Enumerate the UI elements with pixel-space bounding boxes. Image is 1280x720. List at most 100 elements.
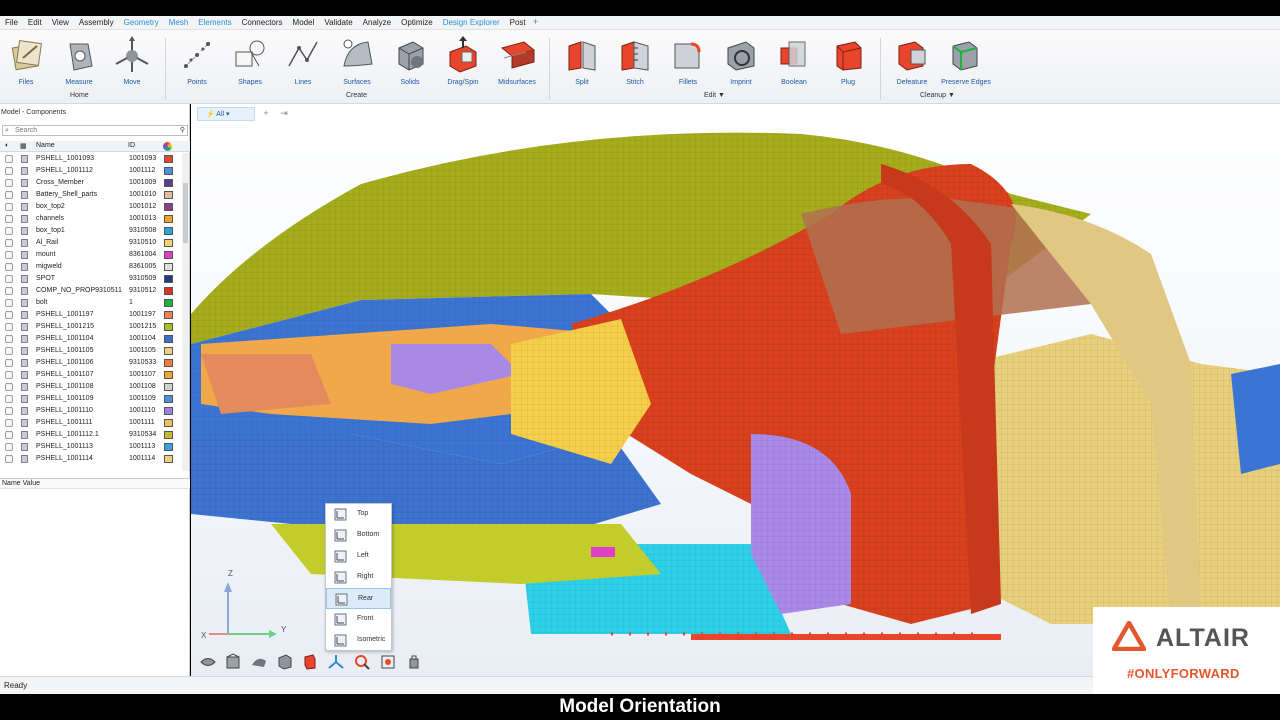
stitch-button[interactable]: Stitch bbox=[609, 36, 661, 86]
view-right-item[interactable]: Right bbox=[326, 567, 391, 588]
points-button[interactable]: Points bbox=[171, 36, 223, 86]
fit-icon[interactable] bbox=[379, 653, 397, 671]
table-row[interactable]: channels 1001013 bbox=[0, 213, 182, 225]
visibility-checkbox[interactable] bbox=[5, 191, 13, 199]
menu-model[interactable]: Model bbox=[288, 18, 320, 27]
color-swatch[interactable] bbox=[164, 251, 173, 259]
table-row[interactable]: PSHELL_1001108 1001108 bbox=[0, 381, 182, 393]
color-swatch[interactable] bbox=[164, 155, 173, 163]
table-row[interactable]: COMP_NO_PROP9310511 9310512 bbox=[0, 285, 182, 297]
view-orientation-icon[interactable] bbox=[327, 653, 345, 671]
table-row[interactable]: PSHELL_1001111 1001111 bbox=[0, 417, 182, 429]
table-row[interactable]: migweld 8361005 bbox=[0, 261, 182, 273]
color-swatch[interactable] bbox=[164, 419, 173, 427]
color-column-icon[interactable] bbox=[163, 142, 172, 151]
view-left-item[interactable]: Left bbox=[326, 546, 391, 567]
menu-mesh[interactable]: Mesh bbox=[164, 18, 194, 27]
visibility-checkbox[interactable] bbox=[5, 275, 13, 283]
color-swatch[interactable] bbox=[164, 191, 173, 199]
col-name[interactable]: Name bbox=[36, 142, 55, 149]
split-button[interactable]: Split bbox=[556, 36, 608, 86]
table-row[interactable]: box_top2 1001012 bbox=[0, 201, 182, 213]
table-row[interactable]: mount 8361004 bbox=[0, 249, 182, 261]
add-tab-icon[interactable]: + bbox=[533, 17, 539, 28]
color-swatch[interactable] bbox=[164, 203, 173, 211]
table-row[interactable]: PSHELL_1001105 1001105 bbox=[0, 345, 182, 357]
lines-button[interactable]: Lines bbox=[277, 36, 329, 86]
visibility-checkbox[interactable] bbox=[5, 179, 13, 187]
imprint-button[interactable]: Imprint bbox=[715, 36, 767, 86]
visibility-checkbox[interactable] bbox=[5, 215, 13, 223]
table-row[interactable]: PSHELL_1001107 1001107 bbox=[0, 369, 182, 381]
color-swatch[interactable] bbox=[164, 455, 173, 463]
color-swatch[interactable] bbox=[164, 395, 173, 403]
visibility-checkbox[interactable] bbox=[5, 407, 13, 415]
table-row[interactable]: PSHELL_1001109 1001109 bbox=[0, 393, 182, 405]
preserve-edges-button[interactable]: Preserve Edges bbox=[940, 36, 992, 86]
shapes-button[interactable]: Shapes bbox=[224, 36, 276, 86]
view-bottom-item[interactable]: Bottom bbox=[326, 525, 391, 546]
col-id[interactable]: ID bbox=[128, 142, 135, 149]
table-row[interactable]: PSHELL_1001112.1 9310534 bbox=[0, 429, 182, 441]
boolean-button[interactable]: Boolean bbox=[768, 36, 820, 86]
color-swatch[interactable] bbox=[164, 371, 173, 379]
visibility-checkbox[interactable] bbox=[5, 203, 13, 211]
menu-geometry[interactable]: Geometry bbox=[119, 18, 164, 27]
display-mode-icon[interactable] bbox=[199, 653, 217, 671]
color-swatch[interactable] bbox=[164, 287, 173, 295]
table-row[interactable]: bolt 1 bbox=[0, 297, 182, 309]
visibility-checkbox[interactable] bbox=[5, 239, 13, 247]
view-isometric-item[interactable]: Isometric bbox=[326, 630, 391, 651]
visibility-checkbox[interactable] bbox=[5, 455, 13, 463]
color-swatch[interactable] bbox=[164, 275, 173, 283]
color-swatch[interactable] bbox=[164, 311, 173, 319]
view-top-item[interactable]: Top bbox=[326, 504, 391, 525]
zoom-icon[interactable] bbox=[353, 653, 371, 671]
table-row[interactable]: PSHELL_1001197 1001197 bbox=[0, 309, 182, 321]
edit-dropdown-icon[interactable]: ▼ bbox=[718, 92, 725, 99]
visibility-column-icon[interactable]: ◐ bbox=[5, 142, 9, 149]
table-row[interactable]: PSHELL_1001110 1001110 bbox=[0, 405, 182, 417]
shading-icon[interactable] bbox=[250, 653, 268, 671]
table-row[interactable]: SPOT 9310509 bbox=[0, 273, 182, 285]
files-button[interactable]: Files bbox=[0, 36, 52, 86]
cleanup-dropdown-icon[interactable]: ▼ bbox=[948, 92, 955, 99]
search-input[interactable] bbox=[15, 126, 175, 135]
menu-design-explorer[interactable]: Design Explorer bbox=[438, 18, 505, 27]
visibility-checkbox[interactable] bbox=[5, 155, 13, 163]
visibility-checkbox[interactable] bbox=[5, 371, 13, 379]
clip-icon[interactable] bbox=[301, 653, 319, 671]
measure-button[interactable]: Measure bbox=[53, 36, 105, 86]
visibility-checkbox[interactable] bbox=[5, 263, 13, 271]
fillets-button[interactable]: Fillets bbox=[662, 36, 714, 86]
scrollbar-thumb[interactable] bbox=[183, 183, 188, 243]
search-field[interactable]: ⌕ ⚲ bbox=[2, 125, 188, 136]
view-rear-item[interactable]: Rear bbox=[326, 588, 391, 609]
color-swatch[interactable] bbox=[164, 239, 173, 247]
menu-optimize[interactable]: Optimize bbox=[396, 18, 438, 27]
color-swatch[interactable] bbox=[164, 215, 173, 223]
menu-elements[interactable]: Elements bbox=[193, 18, 236, 27]
visibility-checkbox[interactable] bbox=[5, 251, 13, 259]
surfaces-button[interactable]: Surfaces bbox=[331, 36, 383, 86]
list-scrollbar[interactable] bbox=[182, 153, 189, 471]
menu-connectors[interactable]: Connectors bbox=[237, 18, 288, 27]
visibility-checkbox[interactable] bbox=[5, 383, 13, 391]
table-row[interactable]: box_top1 9310508 bbox=[0, 225, 182, 237]
color-swatch[interactable] bbox=[164, 407, 173, 415]
table-row[interactable]: PSHELL_1001112 1001112 bbox=[0, 165, 182, 177]
menu-post[interactable]: Post bbox=[505, 18, 531, 27]
color-swatch[interactable] bbox=[164, 323, 173, 331]
table-row[interactable]: Battery_Shell_parts 1001010 bbox=[0, 189, 182, 201]
menu-analyze[interactable]: Analyze bbox=[358, 18, 396, 27]
color-swatch[interactable] bbox=[164, 263, 173, 271]
visibility-checkbox[interactable] bbox=[5, 419, 13, 427]
table-row[interactable]: PSHELL_1001114 1001114 bbox=[0, 453, 182, 465]
box-icon[interactable] bbox=[276, 653, 294, 671]
search-icon[interactable]: ⚲ bbox=[180, 126, 185, 134]
table-row[interactable]: PSHELL_1001113 1001113 bbox=[0, 441, 182, 453]
move-button[interactable]: Move bbox=[106, 36, 158, 86]
defeature-button[interactable]: Defeature bbox=[886, 36, 938, 86]
table-row[interactable]: PSHELL_1001106 9310533 bbox=[0, 357, 182, 369]
visibility-checkbox[interactable] bbox=[5, 395, 13, 403]
